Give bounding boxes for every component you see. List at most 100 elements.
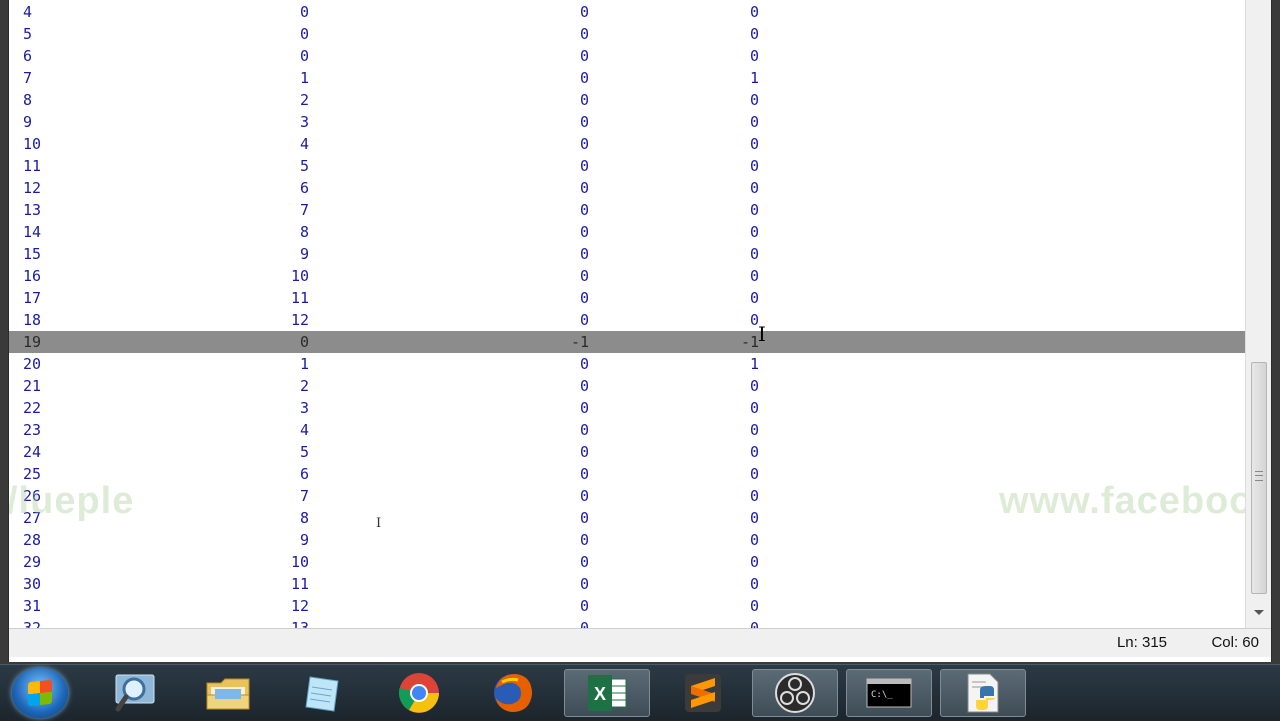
sublime-text-icon (685, 674, 721, 712)
table-row[interactable]: 30 11 0 0 (9, 573, 1245, 595)
table-cell: 8 (23, 91, 33, 109)
table-cell: 0 (579, 91, 589, 109)
table-row[interactable]: 8 2 0 0 (9, 89, 1245, 111)
scroll-down-arrow-icon[interactable] (1254, 610, 1264, 615)
table-cell: 0 (579, 531, 589, 549)
vertical-scrollbar[interactable] (1245, 0, 1271, 628)
table-row[interactable]: 6 0 0 0 (9, 45, 1245, 67)
table-cell: 31 (23, 597, 42, 615)
table-cell: 0 (579, 135, 589, 153)
table-row[interactable]: 21 2 0 0 (9, 375, 1245, 397)
status-bar: Ln: 315 Col: 60 (9, 629, 1271, 657)
table-cell: 0 (579, 223, 589, 241)
table-row[interactable]: 22 3 0 0 (9, 397, 1245, 419)
taskbar: X C:\_ (0, 664, 1280, 721)
table-cell: 9 (299, 245, 309, 263)
file-explorer-icon (206, 678, 250, 710)
table-row[interactable]: 31 12 0 0 (9, 595, 1245, 617)
table-row[interactable]: 23 4 0 0 (9, 419, 1245, 441)
table-row[interactable]: 32 13 0 0 (9, 617, 1245, 628)
table-cell: 4 (23, 3, 33, 21)
table-cell: 0 (749, 487, 759, 505)
table-cell: 0 (579, 443, 589, 461)
table-cell: 15 (23, 245, 42, 263)
taskbar-notepad[interactable] (280, 669, 366, 717)
table-cell: 0 (749, 201, 759, 219)
table-cell: 6 (299, 179, 309, 197)
table-cell: 0 (579, 179, 589, 197)
table-cell: 5 (299, 443, 309, 461)
table-cell: 0 (579, 421, 589, 439)
python-notepad-icon (967, 673, 999, 713)
start-button[interactable] (12, 668, 68, 718)
table-row[interactable]: 4 0 0 0 (9, 1, 1245, 23)
table-cell: 1 (749, 355, 759, 373)
table-cell: 10 (23, 135, 42, 153)
table-cell: 0 (579, 25, 589, 43)
taskbar-command-prompt[interactable]: C:\_ (846, 669, 932, 717)
grip-icon (1255, 471, 1263, 481)
table-cell: 0 (579, 3, 589, 21)
table-row[interactable]: 5 0 0 0 (9, 23, 1245, 45)
table-row[interactable]: 17 11 0 0 (9, 287, 1245, 309)
watermark-left: /lueple (9, 480, 135, 522)
table-cell: 13 (290, 619, 309, 628)
table-cell: 5 (299, 157, 309, 175)
table-cell: 10 (290, 267, 309, 285)
table-row[interactable]: 15 9 0 0 (9, 243, 1245, 265)
table-cell: 6 (299, 465, 309, 483)
table-cell: -1 (570, 333, 589, 351)
magnifier-icon (115, 674, 155, 712)
table-row[interactable]: 12 6 0 0 (9, 177, 1245, 199)
text-editor-area[interactable]: 4 0 0 0 5 0 0 0 6 0 0 0 7 1 0 1 8 2 0 0 9 3 0 0 10 4 0 0 11 5 0 0 12 6 0 0 1… (9, 0, 1245, 628)
taskbar-sublime-text[interactable] (660, 669, 746, 717)
table-cell: 7 (299, 201, 309, 219)
table-cell: 21 (23, 377, 42, 395)
taskbar-chrome[interactable] (376, 669, 462, 717)
taskbar-magnifier[interactable] (92, 669, 178, 717)
table-row[interactable]: 20 1 0 1 (9, 353, 1245, 375)
table-row[interactable]: 29 10 0 0 (9, 551, 1245, 573)
table-cell: 4 (299, 421, 309, 439)
table-cell: 0 (749, 597, 759, 615)
table-cell: 14 (23, 223, 42, 241)
table-cell: 0 (579, 69, 589, 87)
table-row[interactable]: 9 3 0 0 (9, 111, 1245, 133)
table-cell: 11 (290, 289, 309, 307)
table-row[interactable]: 10 4 0 0 (9, 133, 1245, 155)
table-row[interactable]: 7 1 0 1 (9, 67, 1245, 89)
table-cell: 0 (299, 3, 309, 21)
taskbar-python-notepad[interactable] (940, 669, 1026, 717)
table-cell: 0 (749, 47, 759, 65)
table-row[interactable]: 14 8 0 0 (9, 221, 1245, 243)
column-number-indicator: Col: 60 (1211, 634, 1259, 651)
table-cell: 3 (299, 399, 309, 417)
table-cell: 0 (299, 47, 309, 65)
firefox-icon (494, 674, 532, 712)
table-cell: 13 (23, 201, 42, 219)
taskbar-obs[interactable] (752, 669, 838, 717)
table-row[interactable]: 13 7 0 0 (9, 199, 1245, 221)
scrollbar-thumb[interactable] (1251, 362, 1267, 594)
table-row[interactable]: 16 10 0 0 (9, 265, 1245, 287)
table-row[interactable]: 24 5 0 0 (9, 441, 1245, 463)
table-row[interactable]: 28 9 0 0 (9, 529, 1245, 551)
table-row[interactable]: 19 0 -1 -1 (9, 331, 1245, 353)
table-row[interactable]: 11 5 0 0 (9, 155, 1245, 177)
table-cell: 0 (749, 509, 759, 527)
table-cell: 0 (749, 575, 759, 593)
table-cell: 0 (579, 597, 589, 615)
taskbar-firefox[interactable] (470, 669, 556, 717)
table-cell: 12 (290, 311, 309, 329)
table-cell: 12 (23, 179, 42, 197)
table-cell: 6 (23, 47, 33, 65)
table-cell: 20 (23, 355, 42, 373)
svg-text:X: X (594, 684, 606, 704)
table-cell: 7 (299, 487, 309, 505)
table-cell: 0 (749, 267, 759, 285)
taskbar-excel[interactable]: X (564, 669, 650, 717)
watermark-right: www.faceboo (999, 480, 1245, 522)
table-cell: 0 (579, 289, 589, 307)
taskbar-file-explorer[interactable] (186, 669, 272, 717)
table-row[interactable]: 18 12 0 0 (9, 309, 1245, 331)
